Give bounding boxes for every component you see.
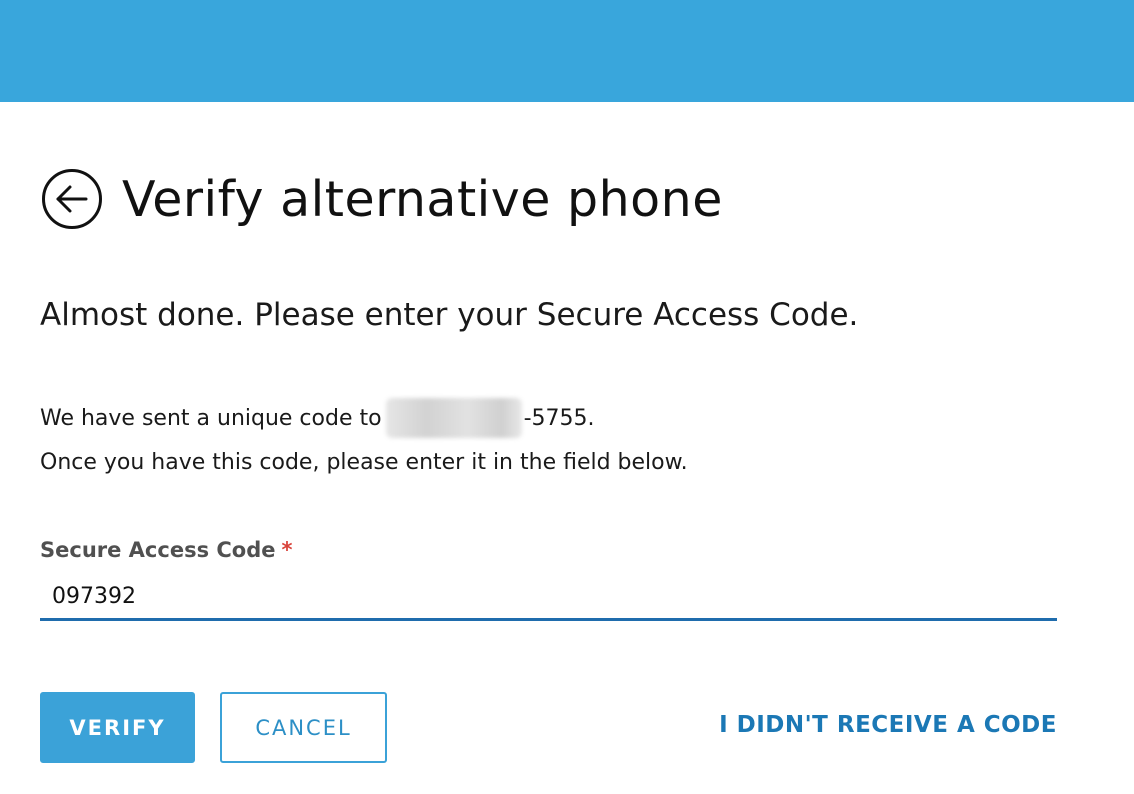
subtitle-text: Almost done. Please enter your Secure Ac… xyxy=(40,297,859,333)
instruction-text: Once you have this code, please enter it… xyxy=(40,450,688,475)
arrow-left-circle-icon xyxy=(42,169,102,229)
phone-suffix: -5755. xyxy=(523,405,595,431)
required-marker: * xyxy=(281,538,293,562)
top-banner xyxy=(0,0,1134,102)
resend-code-link[interactable]: I DIDN'T RECEIVE A CODE xyxy=(719,712,1057,738)
code-sent-message: We have sent a unique code to -5755. xyxy=(40,398,595,438)
code-field-label: Secure Access Code * xyxy=(40,538,292,562)
page-title: Verify alternative phone xyxy=(122,170,723,228)
secure-access-code-input[interactable] xyxy=(40,574,1057,621)
redacted-phone-number xyxy=(385,398,522,438)
verify-button[interactable]: VERIFY xyxy=(40,692,195,763)
back-button[interactable] xyxy=(40,167,104,231)
page-header: Verify alternative phone xyxy=(40,164,723,234)
code-sent-prefix: We have sent a unique code to xyxy=(40,405,382,431)
code-field-label-text: Secure Access Code xyxy=(40,538,276,562)
cancel-button[interactable]: CANCEL xyxy=(220,692,387,763)
